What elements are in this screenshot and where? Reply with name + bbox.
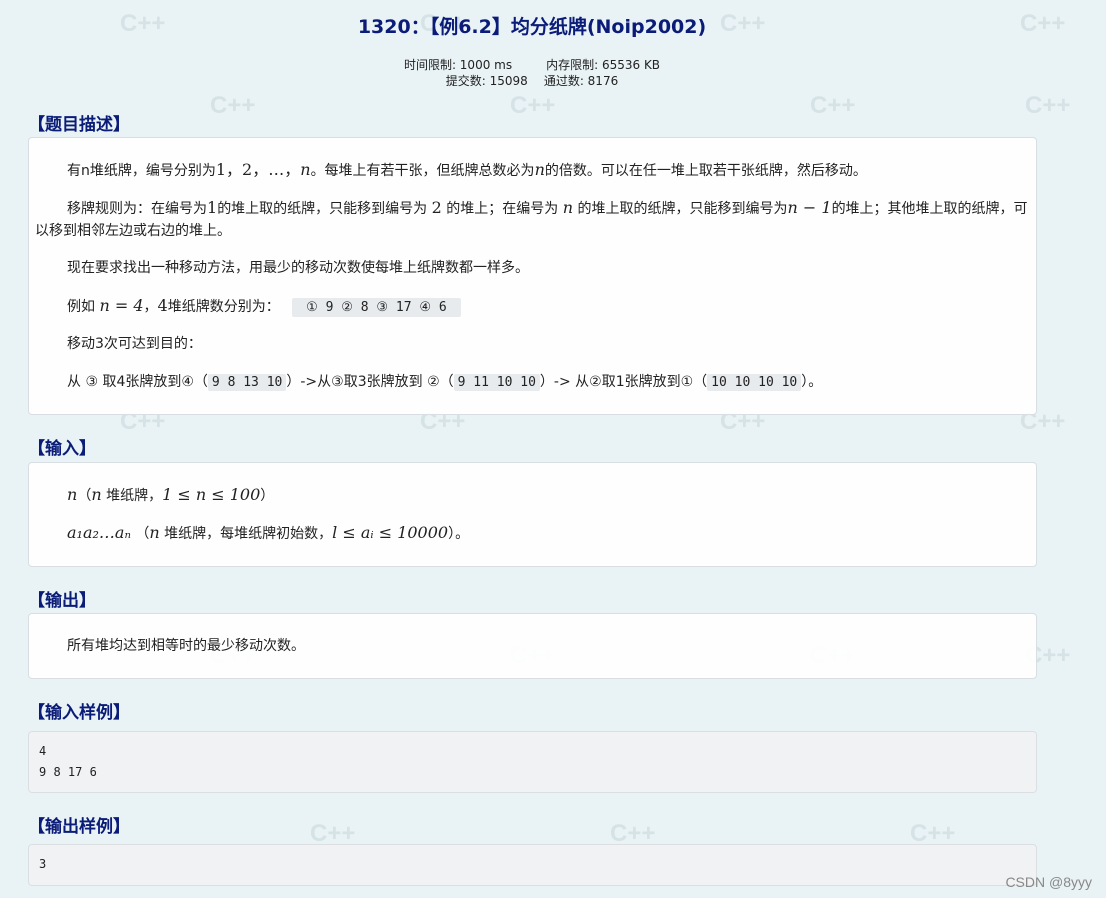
move-result-1: 9 8 13 10: [207, 374, 287, 391]
sample-input-line-1: 4: [39, 744, 47, 758]
description-paragraph-5: 移动3次可达到目的：: [67, 336, 202, 352]
time-limit: 时间限制: 1000 ms: [403, 58, 513, 72]
description-paragraph-2: 移牌规则为：在编号为1的堆上取的纸牌，只能移到编号为 2 的堆上；在编号为 n …: [35, 198, 1028, 239]
description-paragraph-4: 例如 n = 4，4堆纸牌数分别为： ① 9 ② 8 ③ 17 ④ 6: [67, 295, 461, 319]
input-line-1: n（n 堆纸牌，1 ≤ n ≤ 100）: [67, 485, 275, 504]
sample-input-heading: 【输入样例】: [28, 703, 130, 723]
move-result-3: 10 10 10 10: [707, 374, 802, 391]
problem-title: 1320：【例6.2】均分纸牌(Noip2002): [357, 16, 707, 38]
csdn-watermark: CSDN @8yyy: [1005, 874, 1092, 890]
description-paragraph-3: 现在要求找出一种移动方法，用最少的移动次数使每堆上纸牌数都一样多。: [67, 260, 529, 276]
sample-input-line-2: 9 8 17 6: [39, 765, 97, 779]
output-text: 所有堆均达到相等时的最少移动次数。: [67, 638, 305, 654]
accepted-count: 通过数: 8176: [543, 74, 619, 88]
example-piles-code: ① 9 ② 8 ③ 17 ④ 6: [292, 298, 461, 317]
output-box: 所有堆均达到相等时的最少移动次数。: [28, 613, 1037, 679]
sample-output-heading: 【输出样例】: [28, 817, 130, 837]
input-heading: 【输入】: [28, 439, 96, 459]
description-box: 有n堆纸牌，编号分别为1，2，…，n。每堆上有若干张，但纸牌总数必为n的倍数。可…: [28, 137, 1037, 415]
sample-input-box[interactable]: 4 9 8 17 6: [28, 731, 1037, 793]
output-heading: 【输出】: [28, 591, 96, 611]
sample-output-line-1: 3: [39, 857, 47, 871]
input-box: n（n 堆纸牌，1 ≤ n ≤ 100） a₁a₂…aₙ （n 堆纸牌，每堆纸牌…: [28, 462, 1037, 567]
sample-output-box[interactable]: 3: [28, 844, 1037, 886]
description-paragraph-1: 有n堆纸牌，编号分别为1，2，…，n。每堆上有若干张，但纸牌总数必为n的倍数。可…: [67, 160, 867, 179]
move-result-2: 9 11 10 10: [453, 374, 540, 391]
description-paragraph-6: 从 ③ 取4张牌放到④（ 9 8 13 10 ）->从③取3张牌放到 ②（ 9 11 …: [67, 374, 823, 391]
description-heading: 【题目描述】: [28, 115, 130, 135]
input-line-2: a₁a₂…aₙ （n 堆纸牌，每堆纸牌初始数，l ≤ aᵢ ≤ 10000）。: [67, 523, 470, 542]
problem-meta: 时间限制: 1000 ms 内存限制: 65536 KB 提交数: 15098 通过…: [0, 57, 1064, 89]
submission-count: 提交数: 15098: [445, 74, 528, 88]
memory-limit: 内存限制: 65536 KB: [546, 58, 661, 72]
